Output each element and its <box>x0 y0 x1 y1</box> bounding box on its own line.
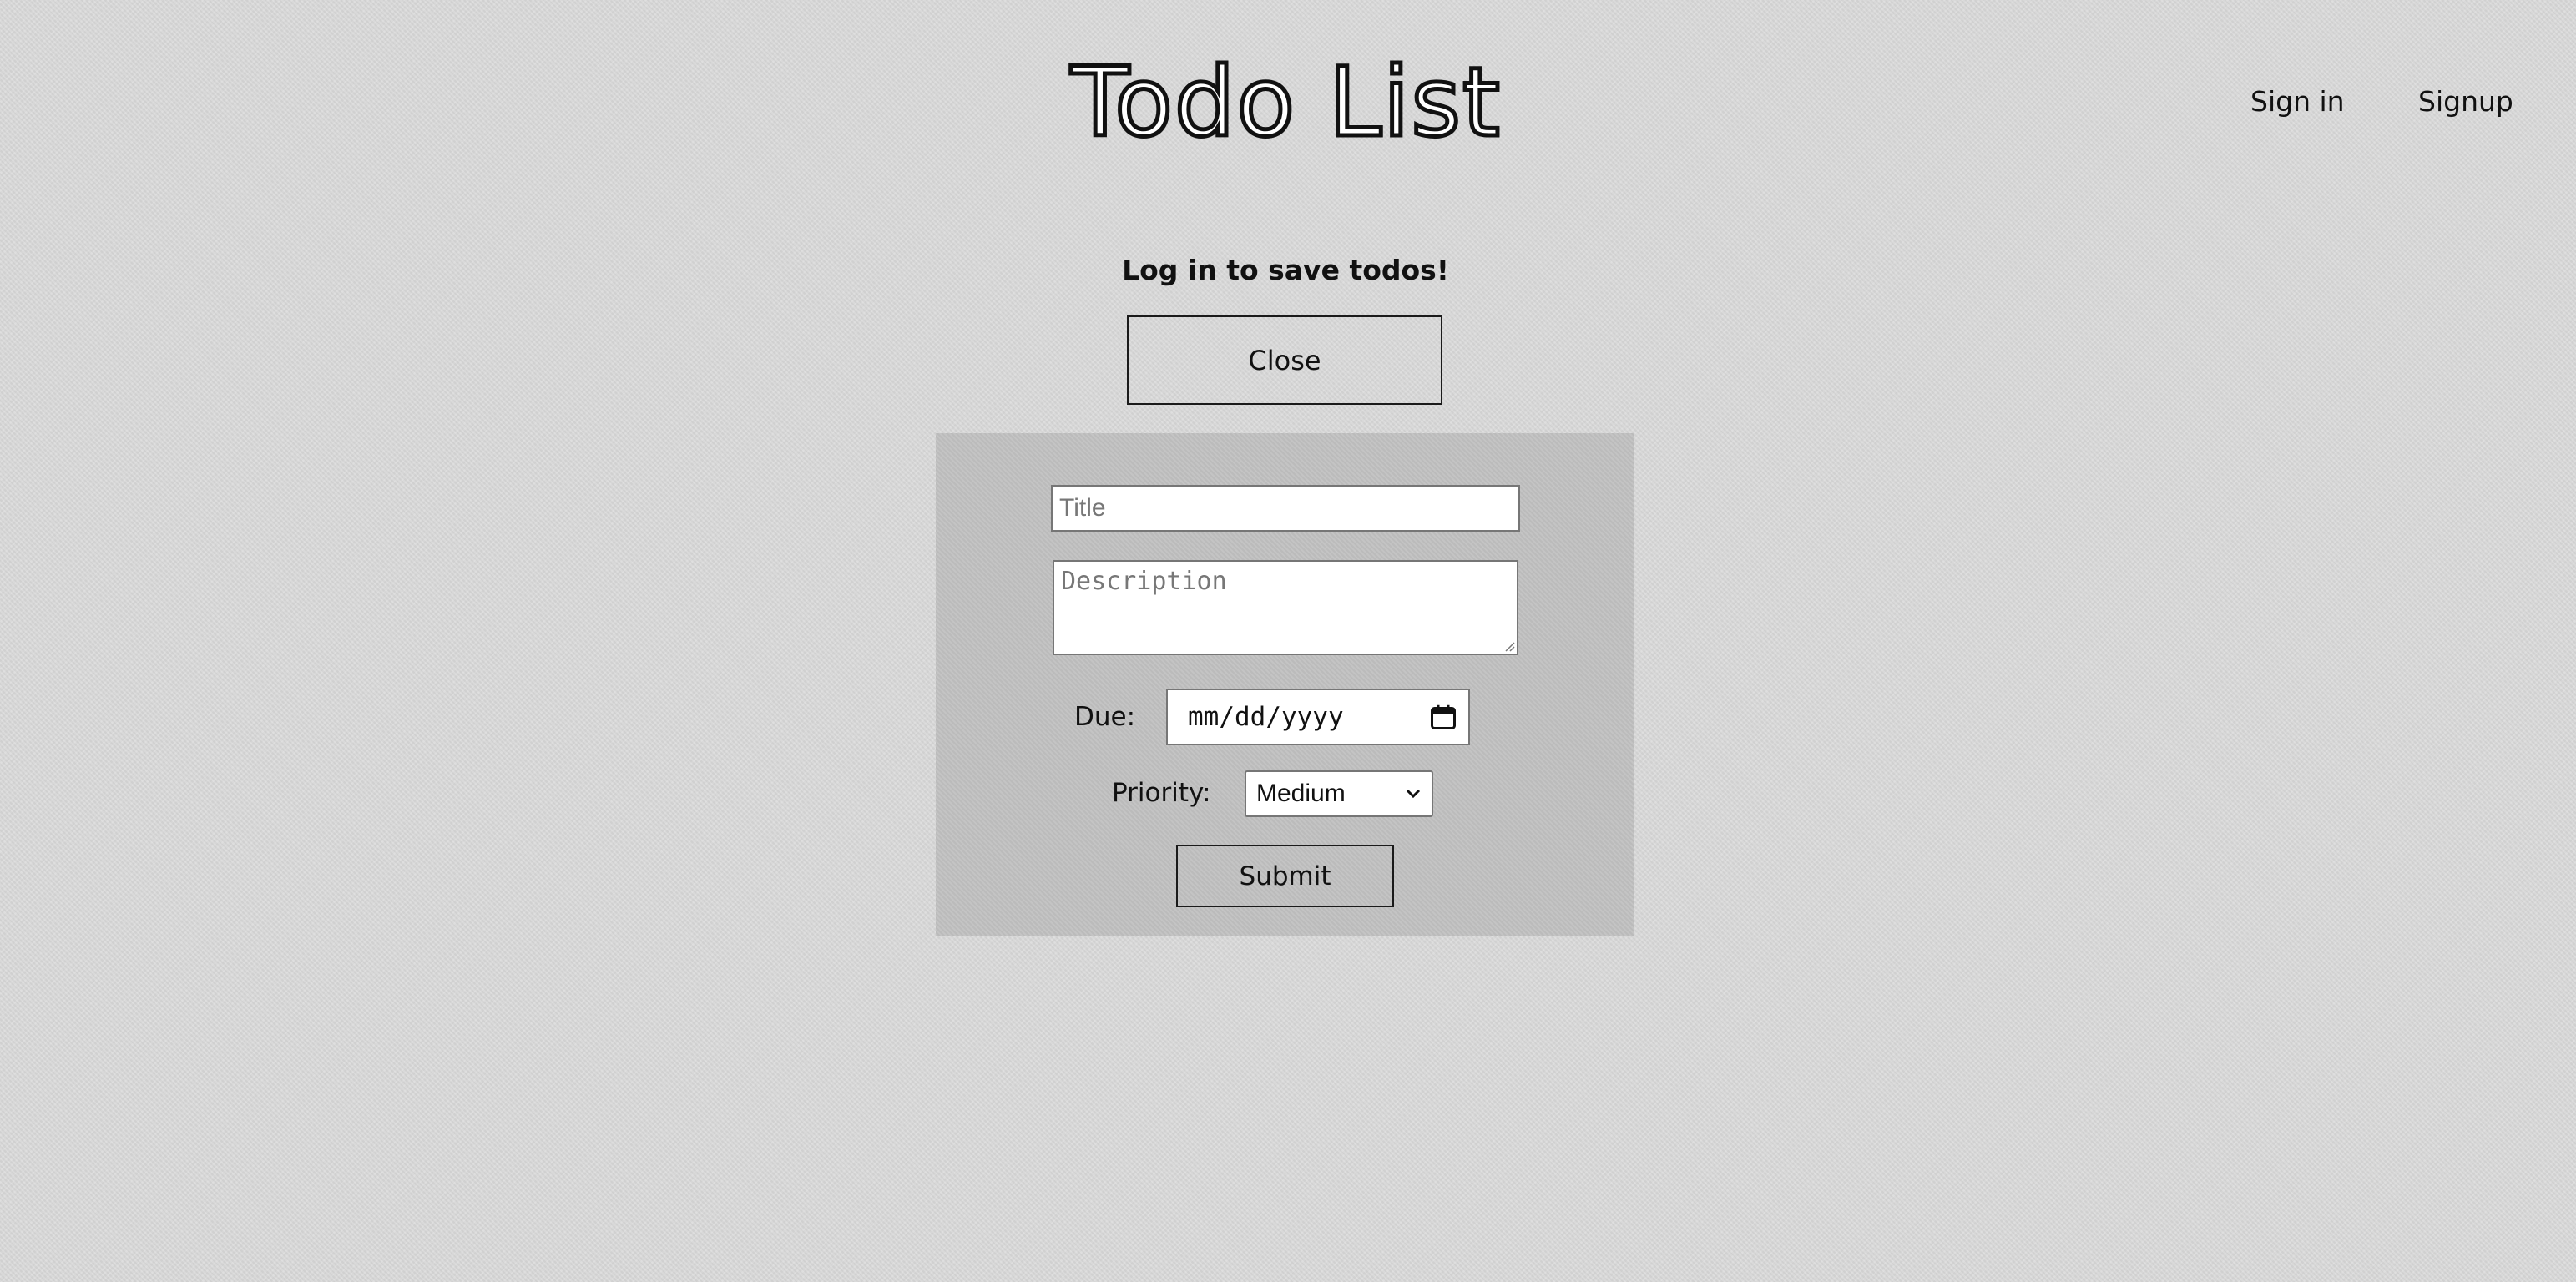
close-button[interactable]: Close <box>1127 315 1442 405</box>
signup-link[interactable]: Signup <box>2418 83 2513 120</box>
description-input[interactable] <box>1053 560 1518 655</box>
due-label: Due: <box>1074 702 1136 732</box>
due-date-input[interactable]: mm/dd/yyyy <box>1166 689 1470 745</box>
chevron-down-icon <box>1406 789 1421 799</box>
sign-in-link[interactable]: Sign in <box>2250 83 2345 120</box>
title-input[interactable] <box>1051 485 1520 532</box>
submit-button[interactable]: Submit <box>1176 845 1394 907</box>
priority-label: Priority: <box>1112 778 1211 808</box>
calendar-icon[interactable] <box>1428 702 1458 732</box>
due-date-value: mm/dd/yyyy <box>1188 702 1344 732</box>
site-title: Todo List <box>1069 45 1503 160</box>
priority-select[interactable]: Medium <box>1245 770 1433 817</box>
todo-form: Due: mm/dd/yyyy Priority: Medium Submit <box>936 433 1634 936</box>
login-prompt: Log in to save todos! <box>1122 254 1449 286</box>
priority-selected-value: Medium <box>1256 780 1346 807</box>
